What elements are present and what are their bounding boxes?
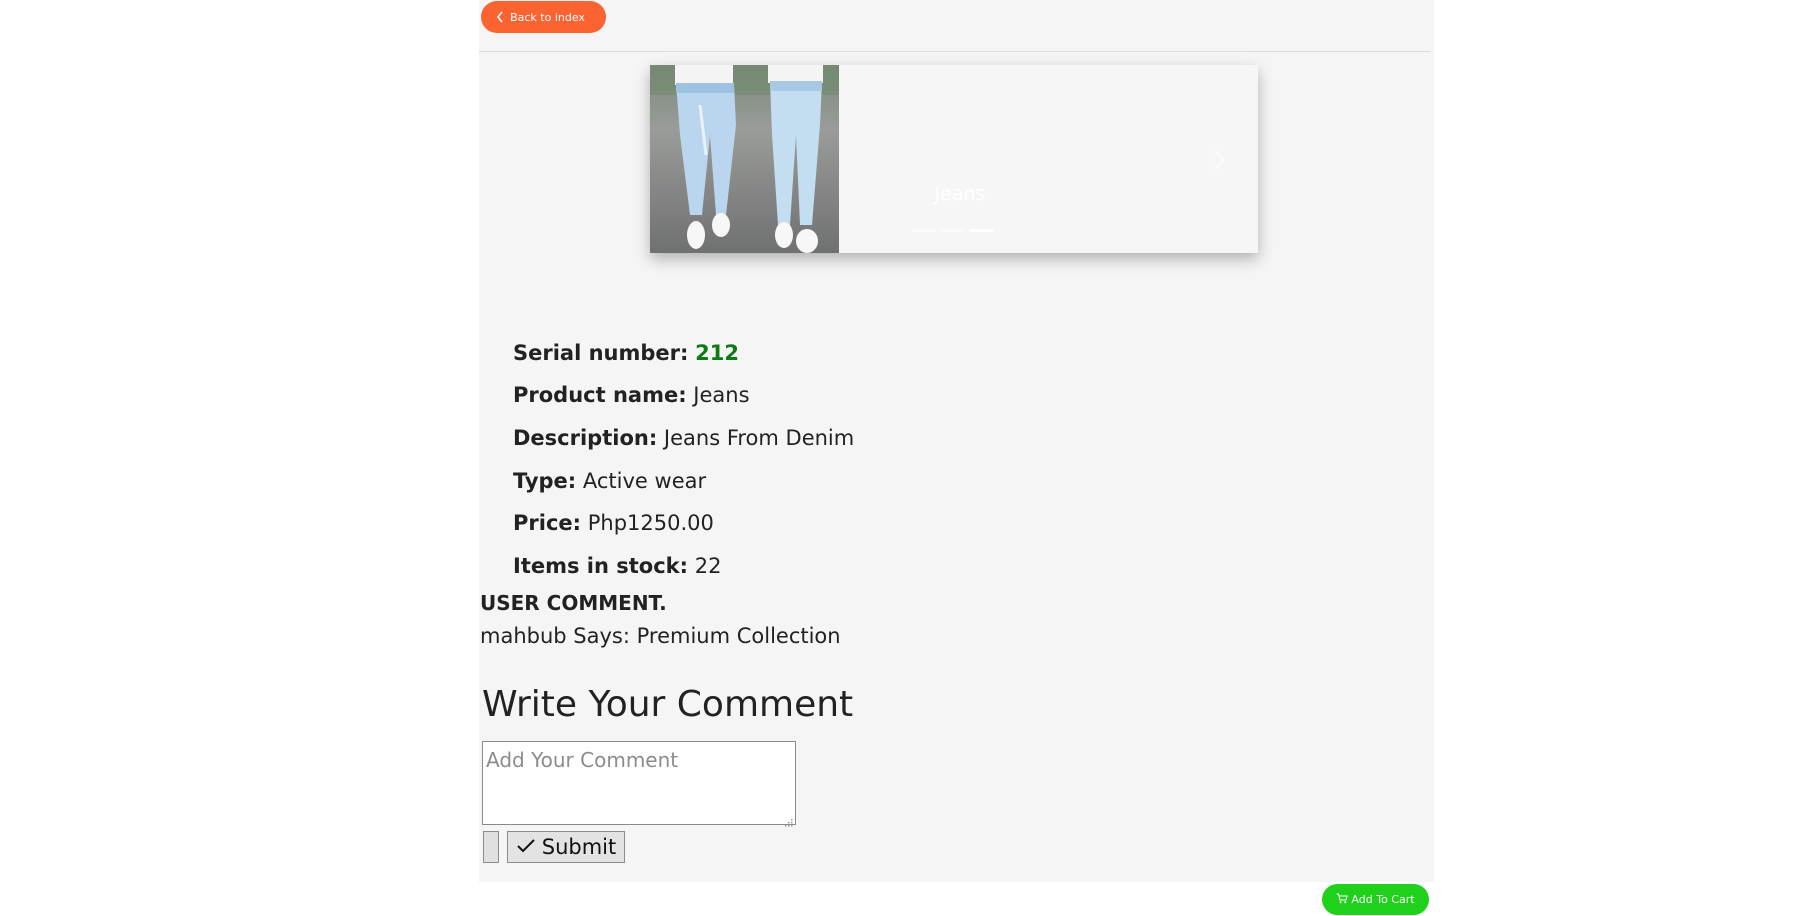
submit-label: Submit — [541, 835, 617, 859]
cart-icon — [1336, 892, 1349, 907]
type-value: Active wear — [582, 469, 707, 493]
product-photo-jeans — [650, 65, 839, 253]
add-to-cart-button[interactable]: Add To Cart — [1322, 884, 1429, 915]
comment-item: mahbub Says: Premium Collection — [480, 624, 841, 648]
product-name-value: Jeans — [693, 383, 750, 407]
user-comment-heading: USER COMMENT. — [480, 591, 667, 615]
serial-number-value: 212 — [695, 341, 739, 365]
write-comment-title: Write Your Comment — [482, 684, 854, 725]
stock-label: Items in stock: — [513, 554, 689, 578]
price-value: Php1250.00 — [587, 511, 714, 535]
stock-value: 22 — [694, 554, 722, 578]
description-row: Description: Jeans From Denim — [513, 425, 854, 451]
empty-button[interactable] — [483, 831, 499, 863]
carousel-indicator-3[interactable] — [970, 229, 994, 232]
type-label: Type: — [513, 469, 577, 493]
description-label: Description: — [513, 426, 658, 450]
carousel-indicator-1[interactable] — [912, 229, 936, 232]
price-label: Price: — [513, 511, 582, 535]
product-name-label: Product name: — [513, 383, 687, 407]
serial-number-label: Serial number: — [513, 341, 689, 365]
carousel-caption: Jeans — [934, 183, 986, 205]
type-row: Type: Active wear — [513, 468, 706, 494]
carousel-next-button[interactable] — [1207, 145, 1231, 175]
price-row: Price: Php1250.00 — [513, 510, 714, 536]
carousel-indicator-2[interactable] — [941, 229, 965, 232]
submit-comment-button[interactable]: Submit — [507, 831, 625, 863]
product-detail-panel: Back to index Jeans Serial number: 212 P… — [479, 0, 1434, 882]
product-name-row: Product name: Jeans — [513, 382, 750, 408]
resize-grip-icon[interactable] — [783, 812, 793, 827]
description-value: Jeans From Denim — [663, 426, 855, 450]
chevron-left-icon — [496, 11, 504, 23]
stock-row: Items in stock: 22 — [513, 553, 721, 579]
chevron-right-icon — [1207, 150, 1231, 179]
product-image-carousel[interactable]: Jeans — [650, 65, 1258, 253]
carousel-indicators — [912, 229, 994, 232]
back-to-index-button[interactable]: Back to index — [481, 1, 606, 33]
back-to-index-label: Back to index — [510, 10, 585, 24]
add-to-cart-label: Add To Cart — [1351, 893, 1415, 906]
check-icon — [516, 835, 536, 859]
serial-number-row: Serial number: 212 — [513, 340, 739, 366]
header-divider — [479, 51, 1430, 52]
comment-textarea[interactable] — [482, 741, 796, 825]
